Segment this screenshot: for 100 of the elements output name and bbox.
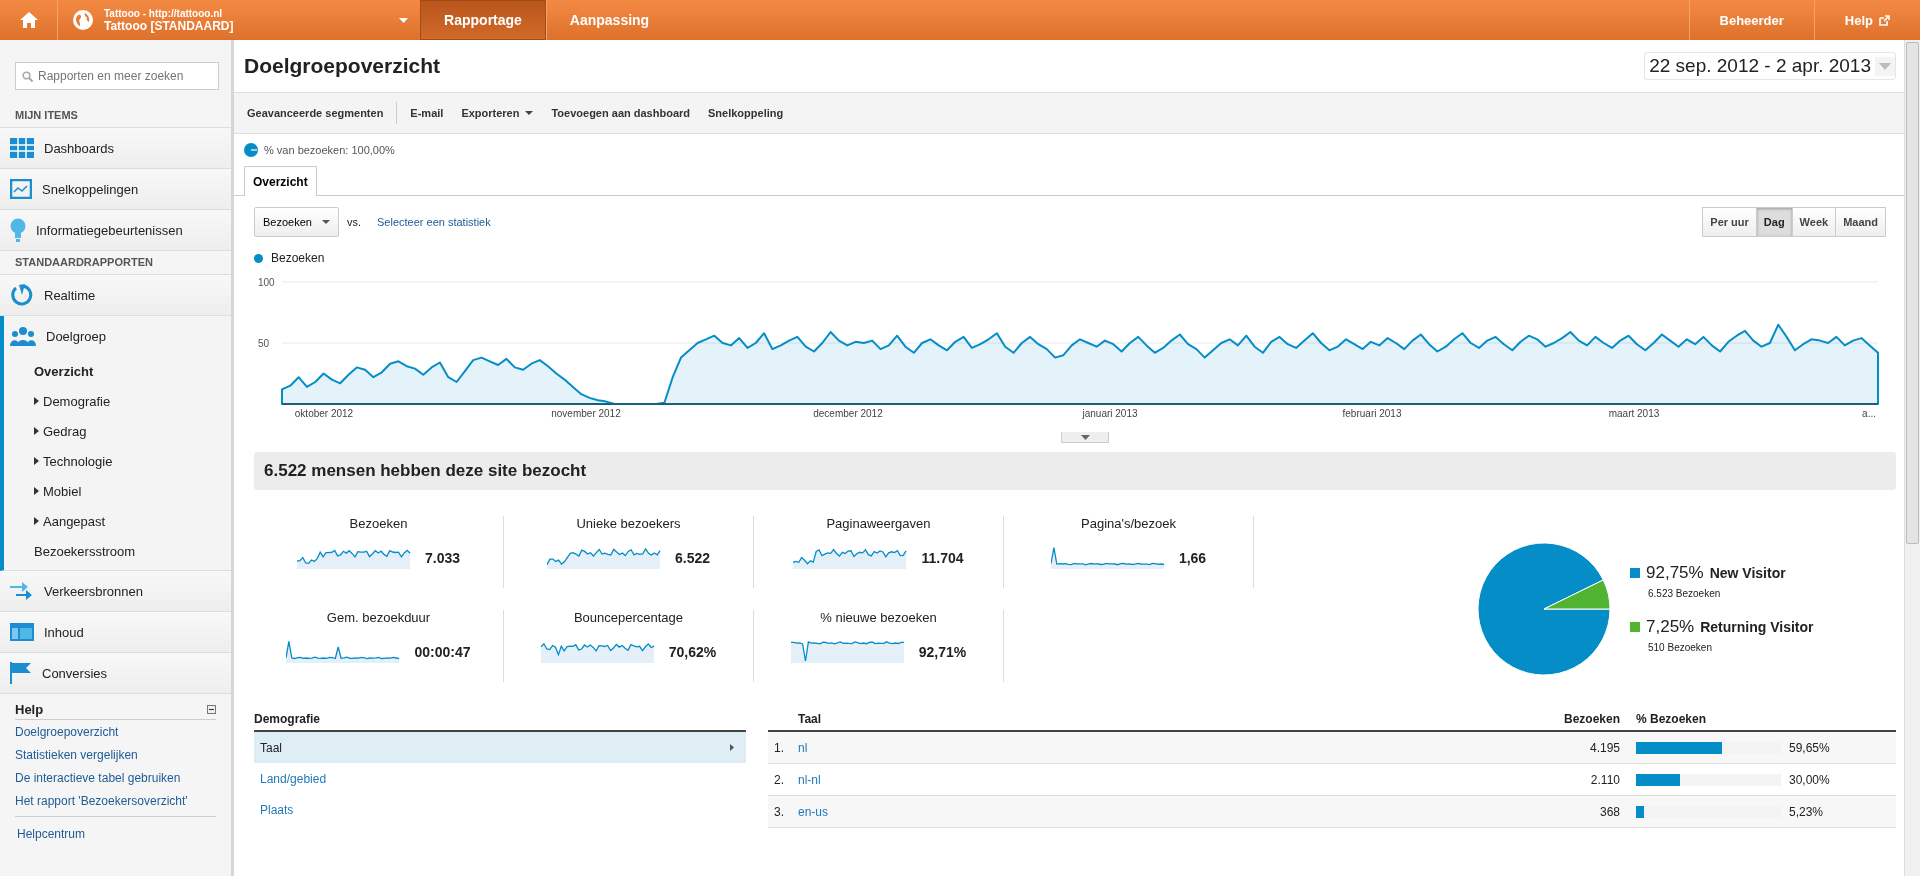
help-topic-link[interactable]: Het rapport 'Bezoekersoverzicht'	[15, 789, 216, 812]
external-link-icon	[1879, 14, 1890, 26]
table-cell-text: 4.195	[1588, 740, 1620, 755]
page-title: Doelgroepoverzicht	[244, 54, 441, 78]
report-tab[interactable]: Overzicht	[244, 166, 317, 196]
flag-icon	[10, 662, 32, 684]
scrollbar[interactable]	[1904, 40, 1920, 876]
caret-icon	[525, 111, 534, 115]
globe-icon	[72, 9, 94, 31]
dimension-item[interactable]: Taal	[254, 732, 746, 763]
metric-label: Unieke bezoekers	[576, 516, 681, 531]
x-axis-label: januari 2013	[1082, 408, 1138, 419]
metric-value: 6.522	[674, 549, 710, 566]
compare-metric-link[interactable]: Selecteer een statistiek	[377, 216, 491, 228]
language-link[interactable]: en-us	[798, 804, 1520, 819]
table-cell: 59,65%	[1789, 740, 1830, 755]
metric-label: Paginaweergaven	[826, 516, 931, 531]
metric-value: 7.033	[424, 549, 460, 566]
arrows-icon	[10, 580, 34, 602]
granularity-button[interactable]: Dag	[1755, 207, 1793, 237]
help-center-link[interactable]: Helpcentrum	[15, 816, 216, 841]
caret-icon	[321, 220, 330, 224]
date-range-picker[interactable]: 22 sep. 2012 - 2 apr. 2013	[1644, 52, 1896, 80]
language-link[interactable]: nl-nl	[798, 772, 1520, 787]
metric-value: 11.704	[921, 549, 964, 566]
people-icon	[10, 326, 36, 346]
toolbar-button[interactable]: E-mail	[401, 107, 453, 119]
legend-label: New Visitor	[1709, 565, 1786, 581]
x-axis-label: a...	[1862, 408, 1876, 419]
metric-value: 70,62%	[668, 643, 717, 660]
legend-label: Returning Visitor	[1700, 619, 1814, 635]
x-axis-label: oktober 2012	[294, 408, 354, 419]
expand-arrow-icon	[34, 487, 39, 495]
dimension-item[interactable]: Land/gebied	[254, 763, 746, 794]
granularity-button[interactable]: Per uur	[1702, 207, 1757, 237]
segment-icon	[244, 143, 258, 157]
legend-label: Bezoeken	[271, 251, 325, 265]
help-topic-link[interactable]: De interactieve tabel gebruiken	[15, 766, 216, 789]
nav-subitem[interactable]: Aangepast	[4, 506, 231, 536]
help-topic-link[interactable]: Doelgroepoverzicht	[15, 720, 216, 743]
account-url: Tattooo - http://tattooo.nl	[104, 7, 224, 20]
home-icon	[18, 11, 39, 29]
search-field[interactable]: Rapporten en meer zoeken	[15, 62, 219, 90]
legend-swatch	[1630, 622, 1640, 632]
nav-subitem[interactable]: Overzicht	[4, 356, 231, 386]
granularity-button[interactable]: Week	[1791, 207, 1837, 237]
chart-icon	[10, 179, 32, 199]
x-axis-label: maart 2013	[1608, 408, 1660, 419]
metric-value: 92,71%	[918, 643, 967, 660]
legend-percent: 7,25%	[1646, 617, 1695, 637]
account-name: Tattooo [STANDAARD]	[104, 20, 234, 33]
x-axis-label: februari 2013	[1342, 408, 1402, 419]
language-link[interactable]: nl	[798, 740, 1520, 755]
vs-label: vs.	[346, 216, 361, 228]
nav-subitem[interactable]: Demografie	[4, 386, 231, 416]
toolbar-button[interactable]: Toevoegen aan dashboard	[542, 107, 699, 119]
nav-subitem[interactable]: Mobiel	[4, 476, 231, 506]
grid-icon	[10, 138, 34, 158]
help-heading: Help	[15, 702, 44, 717]
toolbar-button[interactable]: Snelkoppeling	[699, 107, 793, 119]
row-number: 1.	[773, 740, 785, 755]
collapse-handle[interactable]	[1061, 432, 1109, 443]
legend-count: 510 Bezoeken	[1647, 642, 1712, 653]
layout-icon	[10, 623, 34, 641]
collapse-icon[interactable]	[207, 705, 216, 714]
nav-subitem[interactable]: Gedrag	[4, 416, 231, 446]
toolbar-button[interactable]: Exporteren	[452, 107, 543, 119]
nav-subitem[interactable]: Technologie	[4, 446, 231, 476]
column-header: Taal	[798, 711, 823, 728]
nav-item[interactable]: Doelgroep Overzicht Demografie Gedrag Technologie Mobiel Aangepast Bezoekersstroom	[0, 316, 231, 571]
granularity-button[interactable]: Maand	[1835, 207, 1886, 237]
metric-label: Bezoeken	[349, 516, 408, 531]
metric-label: Bouncepercentage	[573, 610, 684, 625]
metric-value: 1,66	[1178, 549, 1207, 566]
metric-value: 00:00:47	[414, 643, 471, 660]
column-header: % Bezoeken	[1635, 711, 1708, 728]
search-icon	[22, 71, 33, 82]
metric-dropdown[interactable]: Bezoeken	[254, 207, 339, 237]
row-number: 2.	[773, 772, 785, 787]
dimension-item[interactable]: Plaats	[254, 794, 746, 825]
summary-title: 6.522 mensen hebben deze site bezocht	[264, 461, 587, 481]
x-axis-label: december 2012	[813, 408, 883, 419]
help-topic-link[interactable]: Statistieken vergelijken	[15, 743, 216, 766]
toolbar-button[interactable]: Geavanceerde segmenten	[238, 107, 393, 119]
x-axis-label: november 2012	[551, 408, 621, 419]
table-cell-text: 2.110	[1589, 772, 1620, 787]
nav-subitem[interactable]: Bezoekersstroom	[4, 536, 231, 566]
expand-arrow-icon	[34, 517, 39, 525]
expand-arrow-icon	[34, 427, 39, 435]
expand-arrow-icon	[34, 397, 39, 405]
caret-icon	[1879, 62, 1891, 70]
legend-swatch	[1630, 568, 1640, 578]
lightbulb-icon	[10, 218, 26, 242]
metric-label: Pagina's/bezoek	[1081, 516, 1176, 531]
legend-count: 6.523 Bezoeken	[1647, 588, 1721, 599]
expand-arrow-icon	[34, 457, 39, 465]
nav-tab[interactable]: Rapportage	[420, 0, 546, 40]
y-tick-label: 50	[258, 337, 270, 349]
legend-dot	[254, 253, 263, 263]
y-tick-label: 100	[258, 276, 275, 288]
